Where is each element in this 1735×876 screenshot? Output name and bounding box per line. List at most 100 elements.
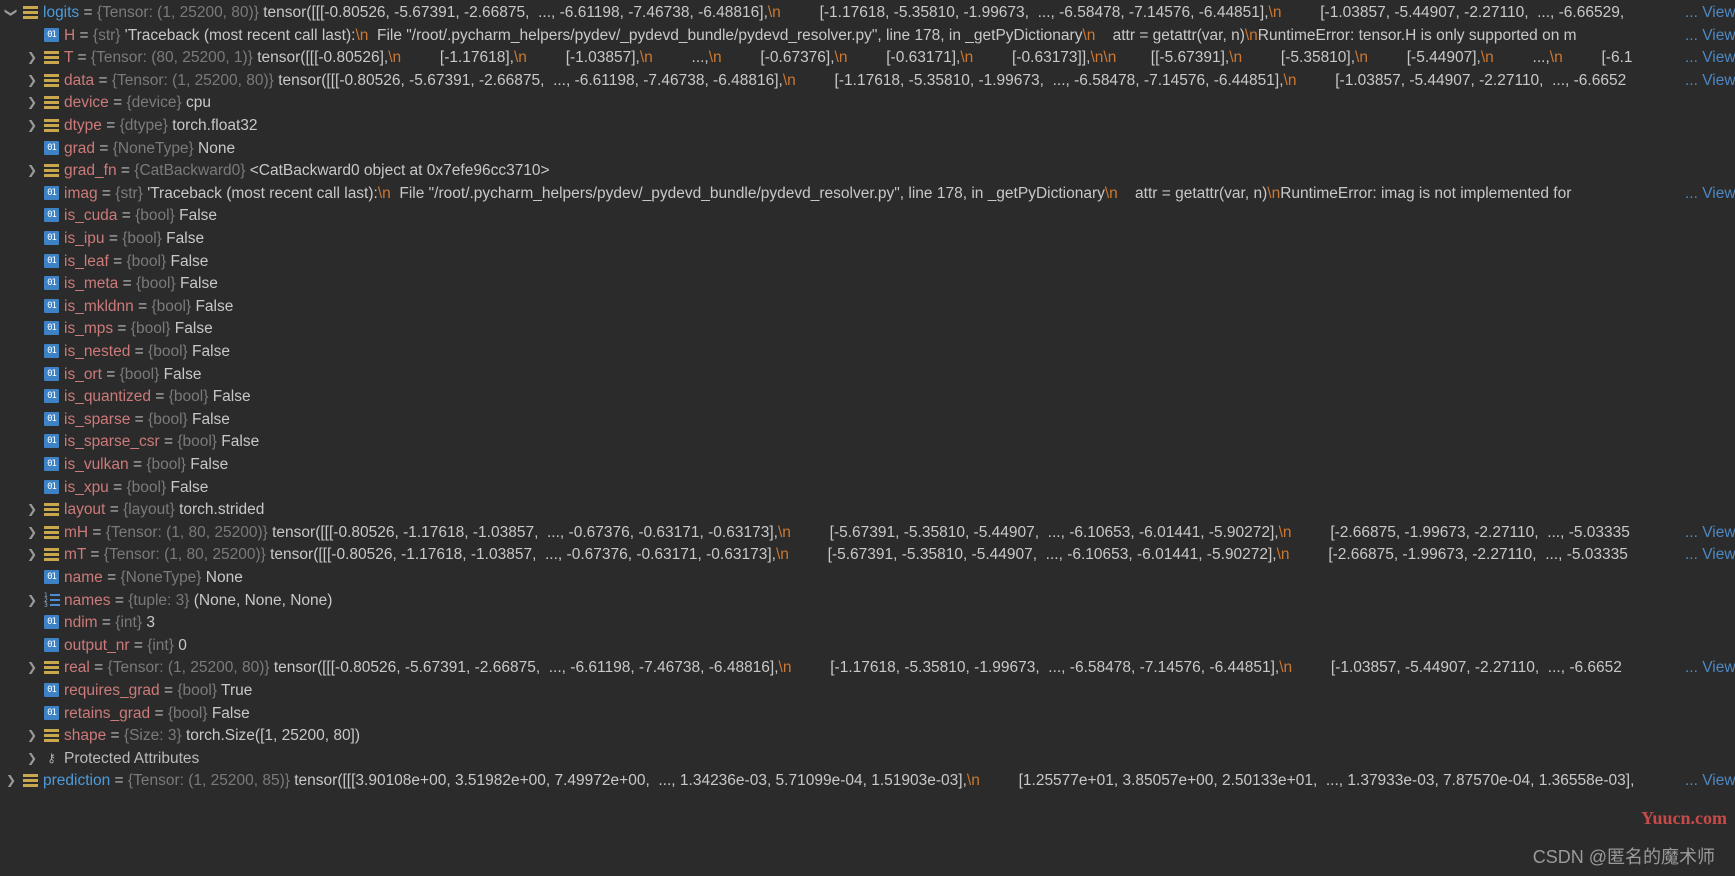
chevron-right-icon[interactable]: ❯ [25, 158, 39, 183]
tree-row-requires-grad[interactable]: 01 requires_grad = {bool} True [0, 678, 1735, 703]
variable-value: True [221, 682, 253, 699]
variable-type: {bool} [177, 682, 218, 699]
chevron-right-icon[interactable]: ❯ [25, 723, 39, 748]
tree-row-is-mps[interactable]: 01 is_mps = {bool} False [0, 316, 1735, 341]
tree-row-is-vulkan[interactable]: 01 is_vulkan = {bool} False [0, 452, 1735, 477]
tree-row-shape[interactable]: ❯ shape = {Size: 3} torch.Size([1, 25200,… [0, 723, 1735, 748]
tree-row-is-nested[interactable]: 01 is_nested = {bool} False [0, 339, 1735, 364]
chevron-right-icon[interactable]: ❯ [25, 113, 39, 138]
tree-row-text: is_sparse_csr = {bool} False [64, 429, 1735, 454]
tree-row-imag[interactable]: 01 imag = {str} 'Traceback (most recent c… [0, 180, 1735, 206]
variable-name: grad [64, 139, 96, 157]
tree-row-is-leaf[interactable]: 01 is_leaf = {bool} False [0, 249, 1735, 274]
tree-row-is-sparse-csr[interactable]: 01 is_sparse_csr = {bool} False [0, 429, 1735, 454]
tree-row-real[interactable]: ❯ real = {Tensor: (1, 25200, 80)} tensor(… [0, 655, 1735, 681]
tree-row-grad[interactable]: 01 grad = {NoneType} None [0, 136, 1735, 161]
chevron-right-icon[interactable]: ❯ [25, 45, 39, 70]
tuple-list-icon: 123 [44, 592, 60, 609]
primitive-01-icon: 01 [44, 457, 59, 471]
tree-row-name[interactable]: 01 name = {NoneType} None [0, 565, 1735, 590]
tree-row-prediction[interactable]: ❯ prediction = {Tensor: (1, 25200, 85)} t… [0, 768, 1735, 794]
variable-type: {int} [147, 636, 174, 654]
tree-row-is-quantized[interactable]: 01 is_quantized = {bool} False [0, 384, 1735, 409]
variable-name: is_leaf [64, 252, 109, 270]
primitive-01-icon: 01 [44, 479, 59, 494]
tree-row-device[interactable]: ❯ device = {device} cpu [0, 90, 1735, 115]
chevron-right-icon[interactable]: ❯ [25, 90, 39, 115]
tree-row-output-nr[interactable]: 01 output_nr = {int} 0 [0, 633, 1735, 658]
tree-row-data[interactable]: ❯ data = {Tensor: (1, 25200, 80)} tensor(… [0, 67, 1735, 93]
equals-sign: = [92, 523, 102, 541]
view-link[interactable]: ... View [1653, 67, 1735, 93]
equals-sign: = [101, 184, 111, 202]
tree-row-retains-grad[interactable]: 01 retains_grad = {bool} False [0, 701, 1735, 726]
view-link[interactable]: ... View [1653, 180, 1735, 206]
equals-sign: = [121, 207, 131, 225]
tuple-index-3: 3 [44, 601, 48, 609]
variable-value: False [179, 275, 218, 293]
variable-name: data [64, 71, 95, 89]
view-link[interactable]: ... View [1653, 542, 1735, 568]
tree-row-mh[interactable]: ❯ mH = {Tensor: (1, 80, 25200)} tensor([[… [0, 519, 1735, 545]
tree-row-mt[interactable]: ❯ mT = {Tensor: (1, 80, 25200)} tensor([[… [0, 542, 1735, 568]
view-link[interactable]: ... View [1653, 0, 1735, 25]
tree-row-ndim[interactable]: 01 ndim = {int} 3 [0, 610, 1735, 635]
primitive-01-icon: 01 [44, 683, 59, 697]
chevron-right-icon[interactable]: ❯ [25, 655, 39, 680]
variable-value: None [198, 139, 236, 157]
view-link[interactable]: ... View [1653, 45, 1735, 71]
view-link[interactable]: ... View [1653, 655, 1735, 681]
chevron-right-icon[interactable]: ❯ [25, 746, 39, 771]
tree-row-text: name = {NoneType} None [64, 565, 1735, 590]
tree-row-is-cuda[interactable]: 01 is_cuda = {bool} False [0, 203, 1735, 228]
tree-row-is-xpu[interactable]: 01 is_xpu = {bool} False [0, 475, 1735, 500]
stacked-bars-icon [44, 118, 59, 132]
view-link[interactable]: ... View [1653, 768, 1735, 794]
equals-sign: = [134, 410, 144, 428]
variable-value: False [192, 410, 230, 428]
tree-row-t[interactable]: ❯ T = {Tensor: (80, 25200, 1)} tensor([[[… [0, 45, 1735, 71]
primitive-01-icon: 01 [44, 321, 59, 336]
equals-sign: = [90, 546, 100, 564]
tree-row-h[interactable]: 01 H = {str} 'Traceback (most recent call… [0, 22, 1735, 48]
variable-value: tensor([[[-0.80526, -1.17618, -1.03857, … [272, 523, 1630, 541]
tree-row-protected-attributes[interactable]: ❯ ⚷ Protected Attributes [0, 746, 1735, 771]
variable-type: {bool} [167, 704, 208, 722]
chevron-right-icon[interactable]: ❯ [25, 588, 39, 613]
tree-row-names[interactable]: ❯ 1 2 3 names = {tuple: 3} (None, None, None… [0, 588, 1735, 613]
equals-sign: = [113, 478, 123, 496]
variable-type: {bool} [135, 207, 175, 225]
variable-name: is_sparse_csr [64, 433, 160, 451]
view-link[interactable]: ... View [1653, 519, 1735, 545]
chevron-right-icon[interactable]: ❯ [4, 768, 18, 793]
variable-name: is_ort [64, 365, 102, 383]
tree-row-is-mkldnn[interactable]: 01 is_mkldnn = {bool} False [0, 294, 1735, 319]
tree-row-text: layout = {layout} torch.strided [64, 497, 1735, 522]
chevron-right-icon[interactable]: ❯ [25, 520, 39, 545]
chevron-right-icon[interactable]: ❯ [25, 542, 39, 567]
tuple-bar [50, 598, 60, 601]
tree-row-is-sparse[interactable]: 01 is_sparse = {bool} False [0, 407, 1735, 432]
chevron-right-icon[interactable]: ❯ [25, 497, 39, 522]
equals-sign: = [113, 252, 123, 270]
tree-row-is-ort[interactable]: 01 is_ort = {bool} False [0, 362, 1735, 387]
tree-row-grad-fn[interactable]: ❯ grad_fn = {CatBackward0} <CatBackward0 … [0, 158, 1735, 183]
variable-type: {bool} [148, 343, 188, 360]
variable-value: False [170, 252, 209, 270]
tree-row-logits[interactable]: ❯ logits = {Tensor: (1, 25200, 80)} tenso… [0, 0, 1735, 25]
tree-row-dtype[interactable]: ❯ dtype = {dtype} torch.float32 [0, 113, 1735, 138]
equals-sign: = [117, 320, 127, 338]
equals-sign: = [122, 275, 132, 293]
chevron-down-icon[interactable]: ❯ [0, 6, 24, 20]
chevron-right-icon[interactable]: ❯ [25, 68, 39, 93]
tree-row-is-meta[interactable]: 01 is_meta = {bool} False [0, 271, 1735, 296]
variable-type: {bool} [135, 275, 176, 293]
variable-type: {Tensor: (1, 25200, 80)} [107, 659, 270, 677]
tree-row-layout[interactable]: ❯ layout = {layout} torch.strided [0, 497, 1735, 522]
view-link[interactable]: ... View [1653, 22, 1735, 48]
tree-row-text: is_sparse = {bool} False [64, 407, 1735, 432]
tree-row-is-ipu[interactable]: 01 is_ipu = {bool} False [0, 226, 1735, 251]
variable-value: (None, None, None) [193, 591, 333, 609]
variables-tree: ❯ logits = {Tensor: (1, 25200, 80)} tenso… [0, 0, 1735, 876]
tree-row-text: output_nr = {int} 0 [64, 633, 1735, 658]
